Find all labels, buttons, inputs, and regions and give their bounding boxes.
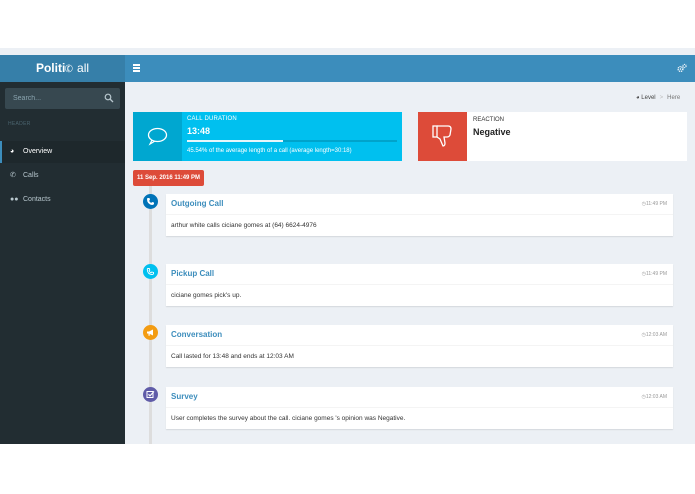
app-frame: Politi✆ all HEADER ◕ Overview ✆ Calls ●● Co…: [0, 48, 695, 444]
top-navbar: [125, 55, 695, 82]
users-icon: ●●: [10, 196, 19, 203]
call-duration-box: CALL DURATION 13:48 45.54% of the averag…: [133, 112, 402, 161]
logo-text: all: [77, 61, 90, 75]
timeline-item: Survey ◷12:03 AM User completes the surve…: [166, 387, 673, 429]
phone-icon: [147, 198, 154, 205]
logo[interactable]: Politi✆ all: [0, 55, 125, 82]
gears-icon[interactable]: [677, 63, 687, 73]
call-duration-title: CALL DURATION: [187, 116, 237, 122]
sidebar-item-contacts[interactable]: ●● Contacts: [0, 189, 125, 211]
home-icon: ◕: [636, 95, 640, 101]
call-duration-progress-fill: [187, 140, 283, 142]
call-duration-progress: [187, 140, 397, 142]
search-box: [5, 88, 120, 109]
sidebar-item-calls[interactable]: ✆ Calls: [0, 165, 125, 187]
call-duration-value: 13:48: [187, 126, 211, 136]
sidebar-item-label: Calls: [23, 172, 39, 179]
hamburger-icon[interactable]: [133, 64, 140, 72]
chat-bubble-icon: [147, 127, 168, 146]
timeline-item-time: ◷12:03 AM: [641, 332, 667, 338]
reaction-title: REACTION: [473, 117, 505, 123]
timeline-item: Outgoing Call ◷11:49 PM arthur white call…: [166, 194, 673, 236]
timeline-line: [149, 178, 152, 444]
call-duration-icon-area: [133, 112, 182, 161]
sidebar-item-label: Contacts: [23, 196, 51, 203]
timeline-icon-pickup: [143, 264, 158, 279]
sidebar-item-overview[interactable]: ◕ Overview: [0, 141, 125, 163]
timeline-item: Pickup Call ◷11:49 PM ciciane gomes pick'…: [166, 264, 673, 306]
call-duration-description: 45.54% of the average length of a call (…: [187, 148, 352, 154]
timeline-item-body: arthur white calls ciciane gomes at (64)…: [171, 222, 317, 229]
reaction-value: Negative: [473, 127, 511, 137]
search-input[interactable]: [5, 88, 100, 109]
sidebar-header: HEADER: [8, 121, 31, 127]
timeline-item-title[interactable]: Survey: [171, 392, 198, 401]
thumbs-down-icon: [432, 125, 452, 147]
timeline-icon-survey: [143, 387, 158, 402]
timeline-item-body: User completes the survey about the call…: [171, 415, 406, 422]
checkbox-icon: [146, 391, 155, 398]
timeline-item-body: ciciane gomes pick's up.: [171, 292, 242, 299]
timeline-item-body: Call lasted for 13:48 and ends at 12:03 …: [171, 353, 294, 360]
timeline-item-title[interactable]: Conversation: [171, 330, 222, 339]
timeline-item-time: ◷11:49 PM: [641, 271, 667, 277]
phone-pickup-icon: [146, 268, 154, 276]
timeline-item: Conversation ◷12:03 AM Call lasted for 13…: [166, 325, 673, 367]
bullhorn-icon: [147, 329, 153, 336]
timeline-item-time: ◷12:03 AM: [641, 394, 667, 400]
breadcrumb: ◕ Level > Here: [636, 95, 681, 101]
timeline-item-time: ◷11:49 PM: [641, 201, 667, 207]
phone-icon: ✆: [10, 172, 16, 179]
search-icon[interactable]: [104, 93, 114, 103]
sidebar: Politi✆ all HEADER ◕ Overview ✆ Calls ●● Co…: [0, 55, 125, 444]
timeline-icon-conversation: [143, 325, 158, 340]
timeline-date-label: 11 Sep. 2016 11:49 PM: [133, 170, 205, 186]
dashboard-icon: ◕: [10, 148, 15, 155]
logo-bold-text: Politi: [35, 61, 66, 75]
timeline-item-title[interactable]: Pickup Call: [171, 269, 214, 278]
reaction-icon-area: [418, 112, 467, 161]
timeline-item-title[interactable]: Outgoing Call: [171, 199, 223, 208]
breadcrumb-here: Here: [667, 95, 681, 101]
timeline-icon-outgoing: [143, 194, 158, 209]
breadcrumb-level[interactable]: Level: [641, 95, 655, 101]
reaction-box: REACTION Negative: [418, 112, 687, 161]
sidebar-item-label: Overview: [23, 148, 53, 155]
